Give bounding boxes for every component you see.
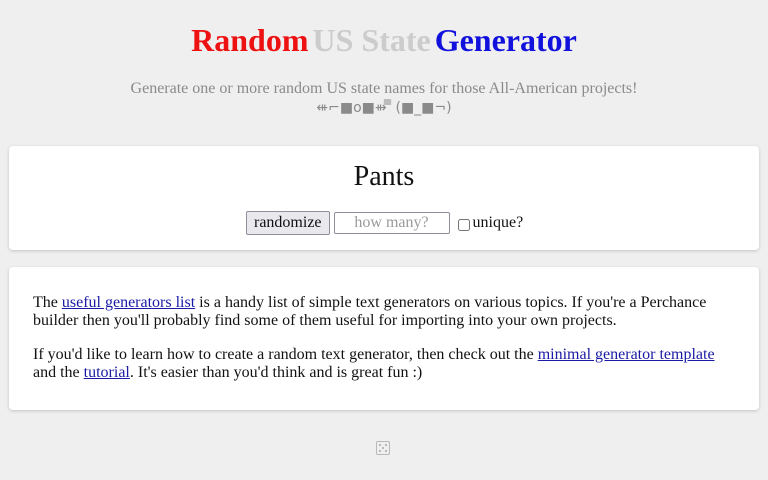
- randomize-button[interactable]: randomize: [246, 211, 330, 235]
- dice-pip: [385, 444, 387, 446]
- tutorial-link[interactable]: tutorial: [84, 364, 130, 381]
- info-text: and the: [33, 364, 84, 381]
- title-word-generator: Generator: [434, 22, 577, 58]
- emoticon-text: ⇺⌐■o■⇻ ̿̿ (■_■¬): [316, 100, 452, 116]
- info-card: [9, 267, 759, 410]
- title-word-random: Random: [191, 22, 309, 58]
- info-paragraph-tutorial: If you'd like to learn how to create a r…: [33, 346, 733, 382]
- unique-label[interactable]: unique?: [473, 214, 524, 232]
- dice-icon[interactable]: [376, 441, 390, 455]
- dice-pip: [382, 447, 384, 449]
- useful-generators-list-link[interactable]: useful generators list: [62, 294, 195, 311]
- info-text: . It's easier than you'd think and is gr…: [129, 364, 423, 381]
- page-subtitle: Generate one or more random US state nam…: [130, 80, 638, 97]
- page-title: Random US State Generator: [0, 20, 768, 60]
- info-text: The: [33, 294, 62, 311]
- generator-controls: randomize unique?: [246, 210, 523, 236]
- dice-pip: [385, 450, 387, 452]
- unique-checkbox[interactable]: [457, 219, 470, 231]
- title-word-us-state: US State: [312, 22, 431, 58]
- dice-pip: [379, 444, 381, 446]
- page: Random US State Generator Generate one or …: [0, 0, 768, 480]
- how-many-input[interactable]: [333, 212, 450, 234]
- info-paragraph-generators: The useful generators list is a handy li…: [33, 294, 733, 330]
- dice-pip: [379, 450, 381, 452]
- minimal-generator-template-link[interactable]: minimal generator template: [538, 346, 715, 363]
- info-text: If you'd like to learn how to create a r…: [33, 346, 538, 363]
- generator-output: Pants: [353, 161, 415, 192]
